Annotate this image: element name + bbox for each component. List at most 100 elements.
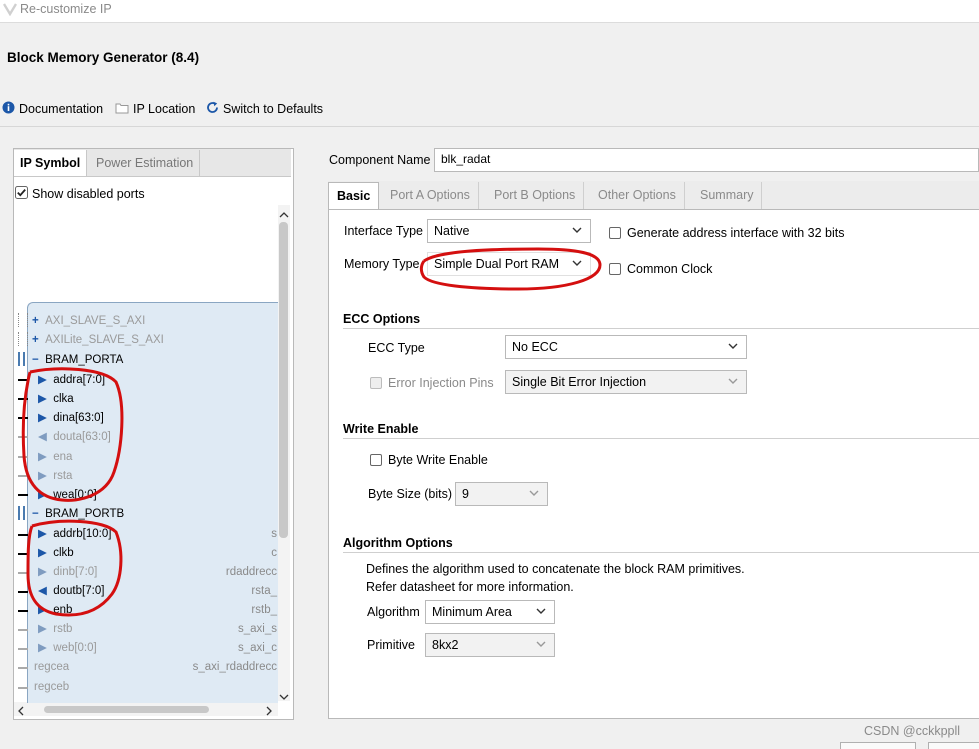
right-pin: rstb_ [251,604,277,616]
bus-marker-icon [18,332,28,346]
byte-write-enable-checkbox[interactable]: Byte Write Enable [370,453,488,467]
ip-title: Block Memory Generator (8.4) [7,50,200,65]
pin-web[interactable]: ▶ web[0:0] [38,639,97,657]
algorithm-desc-line1: Defines the algorithm used to concatenat… [366,562,745,576]
interface-type-label: Interface Type [344,224,423,238]
pin-line [18,687,28,689]
tab-port-a-options[interactable]: Port A Options [382,182,479,209]
window-title: Re-customize IP [20,2,112,16]
right-pin: c [271,547,277,559]
error-injection-checkbox[interactable]: Error Injection Pins [370,376,494,390]
byte-size-select[interactable]: 9 [455,482,548,506]
show-disabled-ports-checkbox[interactable]: Show disabled ports [15,186,145,202]
ip-location-label: IP Location [133,102,196,116]
chevron-down-icon [534,604,548,621]
pin-regcea[interactable]: regcea [34,658,69,676]
unchecked-checkbox-icon [609,263,621,275]
chevron-down-icon [534,637,548,654]
byte-write-enable-label: Byte Write Enable [388,453,488,467]
error-injection-label: Error Injection Pins [388,376,494,390]
pin-arrow-right-icon: ▶ [38,642,47,654]
error-injection-select[interactable]: Single Bit Error Injection [505,370,747,394]
interface-type-select[interactable]: Native [427,219,591,243]
switch-to-defaults-button[interactable]: Switch to Defaults [206,101,323,117]
checked-checkbox-icon [15,186,28,202]
common-clock-label: Common Clock [627,262,713,276]
expand-plus-icon: + [32,334,39,346]
chevron-down-icon [527,486,541,503]
info-icon [2,101,15,117]
primitive-value: 8kx2 [432,638,459,652]
unchecked-checkbox-icon [370,454,382,466]
annotation-circle-porta [21,367,124,502]
chevron-down-icon [726,374,740,391]
vertical-scroll-thumb[interactable] [279,222,288,538]
primitive-label: Primitive [367,638,415,652]
annotation-circle-portb [26,519,123,617]
show-disabled-ports-label: Show disabled ports [32,187,145,201]
horizontal-scroll-thumb[interactable] [44,706,209,713]
tab-ip-symbol[interactable]: IP Symbol [14,150,88,176]
primitive-select[interactable]: 8kx2 [425,633,555,657]
watermark: CSDN @cckkppll [864,724,961,738]
algorithm-divider [343,552,979,553]
interface-type-value: Native [434,224,470,238]
component-name-input[interactable]: blk_radat [434,148,979,172]
ecc-type-label: ECC Type [368,341,425,355]
documentation-label: Documentation [19,102,104,116]
pin-regceb[interactable]: regceb [34,678,69,696]
bus-marker-icon [18,313,28,327]
ecc-section-title: ECC Options [343,312,421,326]
pin-line [18,667,28,669]
tab-other-options[interactable]: Other Options [590,182,685,209]
expand-plus-icon: + [32,315,39,327]
byte-size-label: Byte Size (bits) [368,487,453,501]
ecc-type-select[interactable]: No ECC [505,335,747,359]
interface-axilite-slave[interactable]: + AXILite_SLAVE_S_AXI [32,331,164,349]
common-clock-checkbox[interactable]: Common Clock [609,262,712,276]
pin-arrow-right-icon: ▶ [38,623,47,635]
scroll-right-icon[interactable] [265,705,273,719]
right-pin: s_axi_rdaddrecc [192,661,277,673]
ecc-divider [343,328,979,329]
scroll-up-icon[interactable] [279,208,289,222]
algorithm-value: Minimum Area [432,605,512,619]
right-pin: s_axi_s [238,623,277,635]
pin-line [18,648,28,650]
title-bar: Re-customize IP [0,0,979,23]
tab-power-estimation[interactable]: Power Estimation [90,150,201,176]
vivado-logo-icon [2,2,18,19]
unchecked-checkbox-icon [609,227,621,239]
algorithm-label: Algorithm [367,605,420,619]
algorithm-desc-line2: Refer datasheet for more information. [366,580,574,594]
tab-basic[interactable]: Basic [328,182,380,211]
component-name-label: Component Name [329,153,431,167]
chevron-down-icon [726,339,740,356]
documentation-button[interactable]: Documentation [2,101,103,117]
pin-rstb[interactable]: ▶ rstb [38,620,72,638]
tab-port-b-options[interactable]: Port B Options [486,182,585,209]
algorithm-section-title: Algorithm Options [343,536,453,550]
folder-icon [115,102,129,117]
algorithm-select[interactable]: Minimum Area [425,600,555,624]
byte-size-value: 9 [462,487,469,501]
header-divider [0,126,979,127]
gen-addr-32-label: Generate address interface with 32 bits [627,226,845,240]
memory-type-label: Memory Type [344,257,420,271]
chevron-down-icon [570,223,584,240]
pin-line [18,629,28,631]
interface-axi-slave[interactable]: + AXI_SLAVE_S_AXI [32,312,145,330]
write-enable-divider [343,438,979,439]
write-enable-section-title: Write Enable [343,422,419,436]
gen-addr-32-checkbox[interactable]: Generate address interface with 32 bits [609,226,844,240]
unchecked-checkbox-icon [370,377,382,389]
refresh-icon [206,101,219,117]
annotation-circle-memory-type [419,247,602,291]
right-pin: s_axi_c [238,642,277,654]
tab-summary[interactable]: Summary [692,182,763,209]
ip-location-button[interactable]: IP Location [115,101,195,117]
scroll-down-icon[interactable] [279,690,289,704]
scroll-left-icon[interactable] [17,705,25,719]
error-injection-value: Single Bit Error Injection [512,375,647,389]
ecc-type-value: No ECC [512,340,558,354]
